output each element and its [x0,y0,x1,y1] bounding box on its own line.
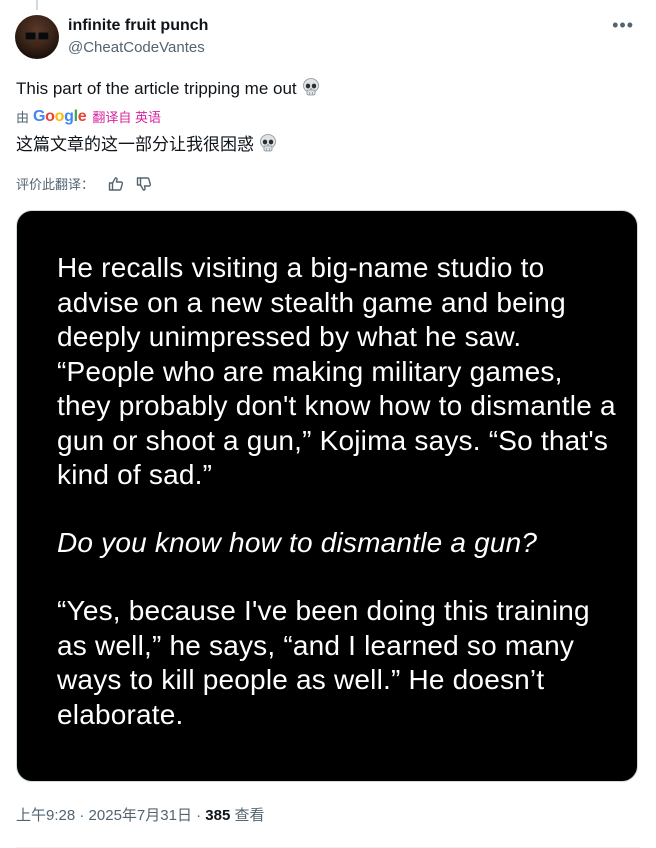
thread-connector-line [36,0,38,10]
excerpt-paragraph-2: “Yes, because I've been doing this train… [57,595,590,730]
translated-by-label: 由 [16,110,30,125]
meta-separator: · [191,807,206,824]
google-logo: Google [33,107,87,125]
post-date[interactable]: 2025年7月31日 [89,807,192,824]
views-count: 385 [205,807,231,824]
avatar-glasses [25,32,49,40]
excerpt-paragraph-1: He recalls visiting a big-name studio to… [57,252,616,490]
translated-text-content: 这篇文章的这一部分让我很困惑 [16,135,254,154]
meta-separator: · [75,807,89,824]
translated-from-link[interactable]: 翻译自 英语 [92,107,161,126]
skull-emoji-icon [301,77,321,103]
thumbs-down-icon[interactable] [136,176,152,192]
rate-translation-label: 评价此翻译： [16,177,95,192]
post-media-image[interactable]: He recalls visiting a big-name studio to… [16,210,638,782]
skull-emoji-icon [258,133,278,159]
more-options-icon[interactable]: ••• [612,15,634,36]
post-text-content: This part of the article tripping me out [16,79,297,98]
post-time[interactable]: 上午9:28 [16,807,75,824]
article-excerpt: He recalls visiting a big-name studio to… [57,251,617,732]
post-meta: 上午9:28 · 2025年7月31日 · 385 查看 [16,804,265,825]
post-text: This part of the article tripping me out [16,77,321,103]
translated-by-row: 由 Google 翻译自 英语 [16,107,161,126]
author-display-name[interactable]: infinite fruit punch [68,17,208,35]
translated-post-text: 这篇文章的这一部分让我很困惑 [16,133,278,159]
author-handle[interactable]: @CheatCodeVantes [68,39,205,56]
thumbs-up-icon[interactable] [108,176,124,192]
avatar[interactable] [15,15,59,59]
excerpt-question: Do you know how to dismantle a gun? [57,526,538,558]
rate-translation-row: 评价此翻译： [16,174,152,193]
views-label: 查看 [234,807,265,824]
